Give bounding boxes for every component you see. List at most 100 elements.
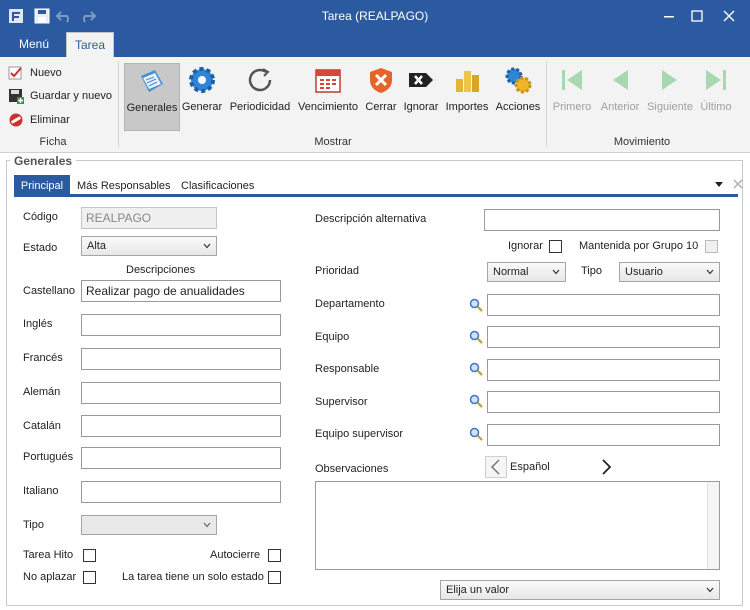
solo-estado-checkbox[interactable] bbox=[268, 571, 281, 584]
castellano-field[interactable]: Realizar pago de anualidades bbox=[81, 280, 281, 302]
search-icon[interactable] bbox=[469, 330, 483, 344]
tipo-select[interactable] bbox=[81, 515, 217, 535]
delete-icon bbox=[9, 113, 23, 127]
periodicidad-label: Periodicidad bbox=[229, 101, 291, 113]
tarea-hito-label: Tarea Hito bbox=[23, 549, 74, 561]
equipo-field[interactable] bbox=[487, 326, 720, 348]
ribbon: Nuevo Guardar y nuevo Eliminar Ficha Gen… bbox=[0, 57, 750, 153]
vencimiento-label: Vencimiento bbox=[298, 101, 358, 113]
tipo2-select[interactable]: Usuario bbox=[619, 262, 720, 282]
siguiente-button[interactable]: Siguiente bbox=[646, 63, 694, 131]
previous-icon bbox=[613, 70, 628, 90]
ignorar-label: Ignorar bbox=[508, 240, 543, 252]
group-label-movimiento: Movimiento bbox=[613, 136, 671, 148]
departamento-field[interactable] bbox=[487, 294, 720, 316]
chevron-down-icon bbox=[552, 269, 560, 275]
search-icon[interactable] bbox=[469, 394, 483, 408]
equipo-supervisor-field[interactable] bbox=[487, 424, 720, 446]
responsable-field[interactable] bbox=[487, 359, 720, 381]
supervisor-field[interactable] bbox=[487, 391, 720, 413]
italiano-field[interactable] bbox=[81, 481, 281, 503]
close-icon[interactable] bbox=[718, 6, 740, 26]
chevron-down-icon bbox=[706, 269, 714, 275]
frances-field[interactable] bbox=[81, 348, 281, 370]
ultimo-label: Último bbox=[700, 101, 732, 113]
save-and-new-button[interactable]: Guardar y nuevo bbox=[6, 86, 112, 106]
ultimo-button[interactable]: Último bbox=[698, 63, 734, 131]
primero-button[interactable]: Primero bbox=[550, 63, 594, 131]
lookup-label: Responsable bbox=[315, 363, 380, 375]
group-label-ficha: Ficha bbox=[39, 136, 67, 148]
codigo-field[interactable]: REALPAGO bbox=[81, 207, 217, 229]
no-aplazar-checkbox[interactable] bbox=[83, 571, 96, 584]
tipo-label: Tipo bbox=[23, 519, 44, 531]
descripciones-header: Descripciones bbox=[126, 264, 196, 276]
vertical-scrollbar[interactable] bbox=[707, 482, 719, 569]
ingles-field[interactable] bbox=[81, 314, 281, 336]
generales-label: Generales bbox=[126, 102, 178, 114]
calendar-icon bbox=[315, 69, 341, 93]
observaciones-lang: Español bbox=[510, 461, 550, 473]
generales-button[interactable]: Generales bbox=[124, 63, 180, 131]
estado-select[interactable]: Alta bbox=[81, 236, 217, 256]
elija-select[interactable]: Elija un valor bbox=[440, 580, 720, 600]
tipo2-value: Usuario bbox=[625, 266, 663, 278]
desc-alt-field[interactable] bbox=[484, 209, 720, 231]
search-icon[interactable] bbox=[469, 362, 483, 376]
tab-tarea[interactable]: Tarea bbox=[66, 32, 114, 57]
portugues-field[interactable] bbox=[81, 447, 281, 469]
periodicidad-button[interactable]: Periodicidad bbox=[228, 63, 292, 131]
chevron-left-icon[interactable] bbox=[485, 456, 507, 478]
prioridad-select[interactable]: Normal bbox=[487, 262, 566, 282]
primero-label: Primero bbox=[552, 101, 592, 113]
mantenida-label: Mantenida por Grupo 10 bbox=[579, 240, 699, 252]
lang-label: Catalán bbox=[23, 420, 61, 432]
ignore-icon bbox=[409, 73, 433, 87]
catalan-field[interactable] bbox=[81, 415, 281, 437]
new-button[interactable]: Nuevo bbox=[6, 63, 62, 83]
generar-label: Generar bbox=[181, 101, 223, 113]
importes-label: Importes bbox=[445, 101, 489, 113]
search-icon[interactable] bbox=[469, 298, 483, 312]
aleman-field[interactable] bbox=[81, 382, 281, 404]
tab-menu[interactable]: Menú bbox=[8, 32, 60, 57]
tab-dropdown-icon[interactable] bbox=[714, 179, 724, 189]
cerrar-button[interactable]: Cerrar bbox=[364, 63, 398, 131]
save-icon bbox=[9, 89, 24, 104]
importes-button[interactable]: Importes bbox=[443, 63, 491, 131]
search-icon[interactable] bbox=[469, 427, 483, 441]
generar-button[interactable]: Generar bbox=[180, 63, 224, 131]
desc-alt-label: Descripción alternativa bbox=[315, 213, 427, 225]
no-aplazar-label: No aplazar bbox=[23, 571, 77, 583]
title-bar: Tarea (REALPAGO) bbox=[0, 0, 750, 32]
ignorar-checkbox[interactable] bbox=[549, 240, 562, 253]
tab-principal[interactable]: Principal bbox=[14, 175, 70, 197]
save-and-new-label: Guardar y nuevo bbox=[30, 90, 112, 102]
tab-clasificaciones[interactable]: Clasificaciones bbox=[181, 175, 254, 197]
tab-mas-responsables[interactable]: Más Responsables bbox=[77, 175, 171, 197]
minimize-icon[interactable] bbox=[658, 6, 680, 26]
delete-button[interactable]: Eliminar bbox=[6, 110, 70, 130]
tipo2-label: Tipo bbox=[581, 265, 602, 277]
maximize-icon[interactable] bbox=[686, 6, 708, 26]
gear-icon bbox=[189, 67, 215, 93]
ignorar-label: Ignorar bbox=[403, 101, 439, 113]
tarea-hito-checkbox[interactable] bbox=[83, 549, 96, 562]
last-icon bbox=[706, 70, 726, 90]
autocierre-checkbox[interactable] bbox=[268, 549, 281, 562]
chevron-down-icon bbox=[706, 587, 714, 593]
anterior-button[interactable]: Anterior bbox=[597, 63, 643, 131]
observaciones-label: Observaciones bbox=[315, 463, 389, 475]
observaciones-textarea[interactable] bbox=[315, 481, 720, 570]
lang-label: Portugués bbox=[23, 451, 74, 463]
ignorar-button[interactable]: Ignorar bbox=[401, 63, 441, 131]
chevron-down-icon bbox=[203, 243, 211, 249]
group-label-mostrar: Mostrar bbox=[314, 136, 352, 148]
ribbon-separator bbox=[546, 61, 547, 147]
chevron-right-icon[interactable] bbox=[595, 456, 617, 478]
acciones-button[interactable]: Acciones bbox=[494, 63, 542, 131]
vencimiento-button[interactable]: Vencimiento bbox=[296, 63, 360, 131]
tab-close-icon[interactable] bbox=[732, 178, 744, 190]
generales-icon bbox=[141, 70, 163, 92]
new-icon bbox=[8, 66, 22, 80]
